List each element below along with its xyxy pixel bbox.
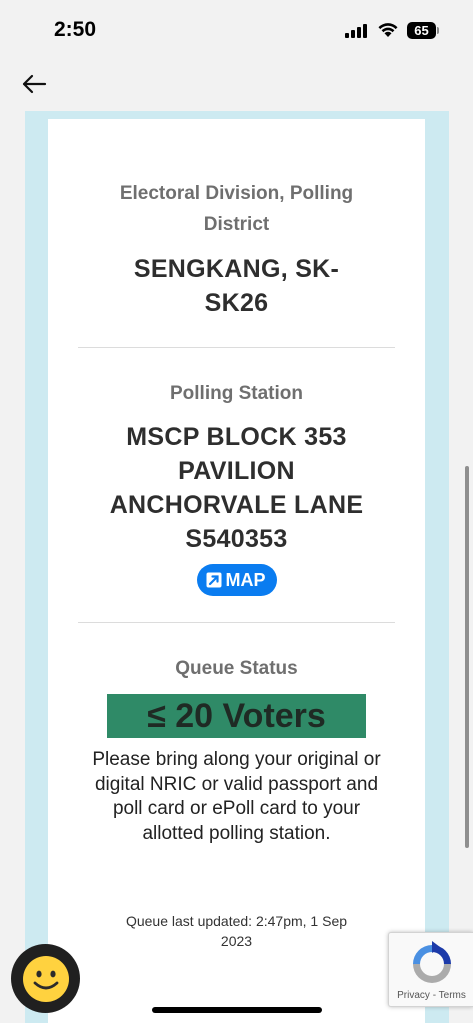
home-indicator: [152, 1007, 322, 1013]
polling-station-line: MSCP BLOCK 353: [126, 423, 347, 451]
recaptcha-badge[interactable]: Privacy - Terms: [388, 932, 473, 1007]
map-button[interactable]: MAP: [196, 564, 277, 596]
division-value-line1: SENGKANG, SK-: [133, 255, 340, 283]
page: 2:50 65 Electoral Division, Polling Dist…: [0, 0, 473, 1023]
wifi-icon: [378, 23, 398, 37]
queue-section: Queue Status: [48, 653, 425, 684]
recaptcha-links[interactable]: Privacy - Terms: [389, 990, 473, 1001]
arrow-left-icon: [22, 74, 47, 94]
instruction-message: Please bring along your original or digi…: [92, 749, 381, 844]
polling-station-line: PAVILION: [178, 457, 295, 485]
smiley-icon: [22, 955, 69, 1002]
scrollbar[interactable]: [465, 466, 469, 848]
division-value-line2: SK26: [204, 289, 269, 317]
polling-station-line: ANCHORVALE LANE: [109, 491, 364, 519]
division-label: Electoral Division, Polling District: [119, 183, 354, 235]
divider: [78, 622, 395, 623]
last-updated-line2: 2023: [220, 933, 253, 949]
recaptcha-icon: [413, 941, 451, 983]
last-updated-text: Queue last updated: 2:47pm, 1 Sep 2023: [95, 911, 378, 951]
feedback-button[interactable]: [11, 944, 80, 1013]
status-time: 2:50: [54, 18, 97, 41]
polling-station-section: Polling Station MSCP BLOCK 353 PAVILION …: [48, 378, 425, 596]
external-link-icon: [206, 572, 221, 588]
status-bar: 2:50 65: [0, 0, 473, 58]
queue-status-badge: ≤ 20 Voters: [107, 694, 366, 738]
queue-status-label: Queue Status: [175, 658, 298, 679]
divider: [78, 347, 395, 348]
division-section: Electoral Division, Polling District SEN…: [48, 178, 425, 320]
battery-icon: 65: [407, 22, 439, 39]
back-button[interactable]: [18, 68, 50, 100]
map-button-label: MAP: [225, 569, 266, 590]
polling-station-line: S540353: [185, 525, 288, 553]
last-updated-line1: Queue last updated: 2:47pm, 1 Sep: [125, 913, 348, 929]
polling-station-label: Polling Station: [170, 383, 303, 404]
battery-level: 65: [407, 22, 436, 39]
cellular-signal-icon: [345, 24, 369, 38]
